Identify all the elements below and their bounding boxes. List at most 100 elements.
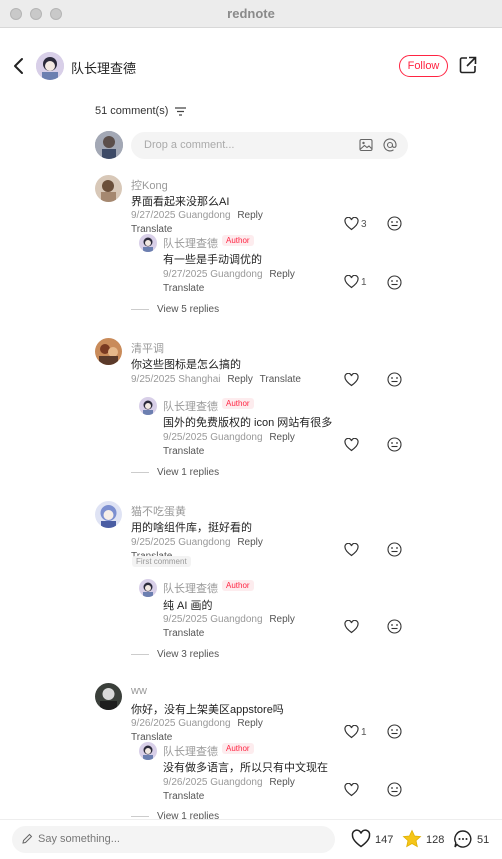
reply-date: 9/25/2025 Guangdong: [163, 614, 263, 625]
window-title: rednote: [227, 6, 275, 21]
translate-button[interactable]: Translate: [131, 224, 172, 235]
reaction-face-icon[interactable]: [387, 275, 402, 290]
comment-count: 51 comment(s): [95, 105, 169, 117]
like-count: 3: [361, 219, 367, 230]
comment-date: 9/26/2025 Guangdong: [131, 718, 231, 729]
mention-icon[interactable]: [383, 138, 397, 152]
reply-text: 国外的免费版权的 icon 网站有很多: [163, 417, 333, 429]
translate-button[interactable]: Translate: [163, 446, 204, 457]
author-badge: Author: [222, 235, 254, 246]
commenter-name[interactable]: 控Kong: [131, 177, 168, 193]
image-icon[interactable]: [359, 138, 373, 152]
author-badge: Author: [222, 743, 254, 754]
reply-button[interactable]: Reply: [237, 210, 263, 221]
sort-icon[interactable]: [175, 107, 186, 116]
reply-date: 9/25/2025 Guangdong: [163, 432, 263, 443]
author-avatar[interactable]: [36, 52, 64, 80]
reaction-face-icon[interactable]: [387, 782, 402, 797]
share-icon[interactable]: [459, 56, 477, 74]
comment-date: 9/27/2025 Guangdong: [131, 210, 231, 221]
reply-user-name[interactable]: 队长理查德: [163, 235, 218, 251]
comment-meta: 9/26/2025 Guangdong Reply: [131, 718, 263, 729]
commenter-name[interactable]: 猫不吃蛋黄: [131, 503, 186, 519]
reply-user-name[interactable]: 队长理查德: [163, 743, 218, 759]
author-badge: Author: [222, 398, 254, 409]
like-count: 1: [361, 727, 367, 738]
reply-date: 9/26/2025 Guangdong: [163, 777, 263, 788]
view-replies-button[interactable]: View 3 replies: [131, 649, 219, 660]
comment-input[interactable]: Drop a comment...: [131, 132, 408, 159]
like-heart-icon[interactable]: [351, 829, 371, 849]
reply-text: 纯 AI 画的: [163, 600, 213, 612]
translate-button[interactable]: Translate: [260, 374, 301, 385]
heart-icon[interactable]: [344, 438, 359, 452]
reply-user-name[interactable]: 队长理查德: [163, 580, 218, 596]
reaction-face-icon[interactable]: [387, 542, 402, 557]
say-something-input[interactable]: Say something...: [12, 826, 335, 853]
collect-star-icon[interactable]: [402, 829, 422, 849]
commenter-name[interactable]: ww: [131, 685, 147, 697]
collect-total: 128: [426, 834, 445, 846]
comment-input-placeholder: Drop a comment...: [144, 139, 235, 151]
heart-icon[interactable]: [344, 543, 359, 557]
reply-button[interactable]: Reply: [269, 432, 295, 443]
heart-icon[interactable]: [344, 620, 359, 634]
reply-avatar[interactable]: [139, 397, 157, 415]
reply-meta: 9/25/2025 Guangdong Reply: [163, 614, 295, 625]
commenter-avatar[interactable]: [95, 175, 122, 202]
comment-bubble-icon[interactable]: [453, 829, 473, 849]
reply-button[interactable]: Reply: [237, 718, 263, 729]
reply-avatar[interactable]: [139, 579, 157, 597]
reply-avatar[interactable]: [139, 234, 157, 252]
comment-meta: 9/27/2025 Guangdong Reply: [131, 210, 263, 221]
reply-meta: 9/25/2025 Guangdong Reply: [163, 432, 295, 443]
reply-meta: 9/27/2025 Guangdong Reply: [163, 269, 295, 280]
commenter-avatar[interactable]: [95, 338, 122, 365]
commenter-avatar[interactable]: [95, 501, 122, 528]
author-name[interactable]: 队长理查德: [71, 58, 136, 77]
window-titlebar: rednote: [0, 0, 502, 28]
heart-icon[interactable]: [344, 373, 359, 387]
translate-button[interactable]: Translate: [163, 283, 204, 294]
author-badge: Author: [222, 580, 254, 591]
view-replies-button[interactable]: View 1 replies: [131, 467, 219, 478]
comment-date: 9/25/2025 Guangdong: [131, 537, 231, 548]
reply-avatar[interactable]: [139, 742, 157, 760]
translate-button[interactable]: Translate: [131, 732, 172, 743]
comment-meta: 9/25/2025 Guangdong Reply: [131, 537, 263, 548]
like-total: 147: [375, 834, 394, 846]
translate-button[interactable]: Translate: [163, 628, 204, 639]
follow-button[interactable]: Follow: [399, 55, 448, 77]
heart-icon[interactable]: [344, 783, 359, 797]
comment-text: 你好，没有上架美区appstore吗: [131, 704, 284, 716]
heart-icon[interactable]: [344, 217, 359, 231]
reply-button[interactable]: Reply: [269, 777, 295, 788]
comment-text: 你这些图标是怎么搞的: [131, 359, 241, 371]
commenter-avatar[interactable]: [95, 683, 122, 710]
reaction-face-icon[interactable]: [387, 437, 402, 452]
reaction-face-icon[interactable]: [387, 619, 402, 634]
heart-icon[interactable]: [344, 725, 359, 739]
reaction-face-icon[interactable]: [387, 724, 402, 739]
commenter-name[interactable]: 清平调: [131, 340, 164, 356]
reply-button[interactable]: Reply: [237, 537, 263, 548]
say-something-placeholder: Say something...: [38, 833, 120, 845]
comment-meta: 9/25/2025 Shanghai Reply Translate: [131, 374, 301, 385]
reply-button[interactable]: Reply: [227, 374, 253, 385]
reaction-face-icon[interactable]: [387, 372, 402, 387]
first-comment-badge: First comment: [132, 556, 191, 567]
translate-button[interactable]: Translate: [163, 791, 204, 802]
reply-button[interactable]: Reply: [269, 614, 295, 625]
comment-total: 51: [477, 834, 490, 846]
heart-icon[interactable]: [344, 275, 359, 289]
view-replies-button[interactable]: View 5 replies: [131, 304, 219, 315]
reply-text: 有一些是手动调优的: [163, 254, 262, 266]
reaction-face-icon[interactable]: [387, 216, 402, 231]
reply-meta: 9/26/2025 Guangdong Reply: [163, 777, 295, 788]
reply-button[interactable]: Reply: [269, 269, 295, 280]
reply-user-name[interactable]: 队长理查德: [163, 398, 218, 414]
back-arrow-icon[interactable]: [12, 56, 26, 76]
pencil-icon: [22, 833, 33, 844]
bottom-action-bar: Say something... 147 128 51: [0, 819, 502, 859]
like-count: 1: [361, 277, 367, 288]
